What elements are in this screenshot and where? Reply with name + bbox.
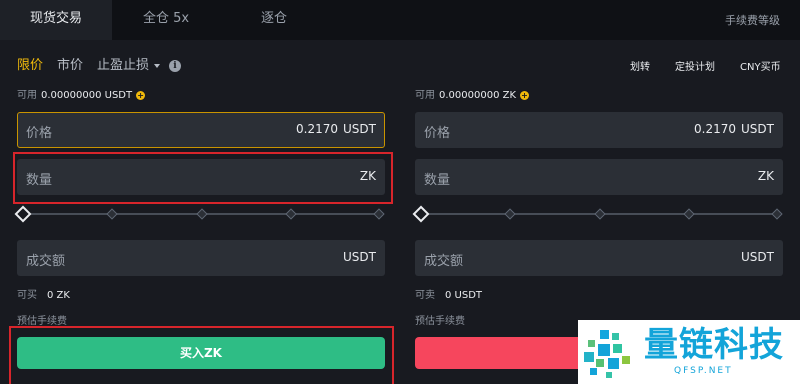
quantity-label: 数量: [26, 173, 53, 188]
max-buy-value: 0 ZK: [47, 290, 70, 301]
sell-panel: 可用 0.00000000 ZK + 价格 0.2170 USDT 数量 ZK 成交…: [412, 86, 785, 369]
available-balance: 可用 0.00000000 USDT +: [17, 86, 387, 106]
slider-stop-100[interactable]: [373, 208, 385, 220]
slider-stop-25[interactable]: [504, 208, 516, 220]
total-label: 成交额: [26, 254, 66, 269]
info-icon[interactable]: i: [169, 60, 181, 72]
max-sell-label: 可卖: [415, 290, 435, 301]
total-unit: USDT: [343, 250, 376, 264]
tab-isolated-margin[interactable]: 逐仓: [220, 0, 328, 40]
available-value: 0.00000000 ZK: [439, 90, 517, 101]
watermark-url: QFSP.NET: [674, 366, 733, 376]
total-label: 成交额: [424, 254, 464, 269]
quantity-input[interactable]: 数量 ZK: [415, 159, 783, 195]
slider-stop-75[interactable]: [285, 208, 297, 220]
estimated-fee-label: 预估手续费: [17, 316, 67, 327]
slider-handle[interactable]: [412, 205, 430, 223]
amount-slider[interactable]: [412, 205, 783, 223]
fee-tier-link[interactable]: 手续费等级: [725, 12, 780, 28]
recurring-plan-link[interactable]: 定投计划: [675, 58, 715, 73]
estimated-fee-label: 预估手续费: [415, 316, 465, 327]
buy-panel: 可用 0.00000000 USDT + 价格 0.2170 USDT 数量 ZK …: [14, 86, 387, 369]
slider-stop-25[interactable]: [106, 208, 118, 220]
slider-stop-75[interactable]: [683, 208, 695, 220]
watermark-logo-icon: [584, 330, 630, 378]
max-buy: 可买 0 ZK: [17, 286, 70, 301]
order-type-stop[interactable]: 止盈止损: [97, 56, 149, 76]
cny-buy-link[interactable]: CNY买币: [740, 58, 781, 73]
slider-stop-50[interactable]: [594, 208, 606, 220]
price-input[interactable]: 价格 0.2170 USDT: [415, 112, 783, 148]
max-sell-value: 0 USDT: [445, 290, 483, 301]
tab-cross-margin[interactable]: 全仓 5x: [112, 0, 220, 40]
buy-button[interactable]: 买入ZK: [17, 337, 385, 369]
price-value: 0.2170: [296, 122, 338, 136]
available-label: 可用: [415, 90, 435, 101]
deposit-plus-icon[interactable]: +: [136, 90, 146, 100]
price-unit: USDT: [741, 122, 774, 136]
total-unit: USDT: [741, 250, 774, 264]
trade-mode-tabs: 现货交易 全仓 5x 逐仓 手续费等级: [0, 0, 800, 40]
price-label: 价格: [26, 126, 53, 141]
watermark-text: 量链科技: [644, 325, 784, 365]
chevron-down-icon[interactable]: [154, 64, 160, 68]
slider-stop-100[interactable]: [771, 208, 783, 220]
order-type-market[interactable]: 市价: [57, 56, 83, 76]
max-buy-label: 可买: [17, 290, 37, 301]
price-value: 0.2170: [694, 122, 736, 136]
deposit-plus-icon[interactable]: +: [520, 90, 530, 100]
total-input[interactable]: 成交额 USDT: [17, 240, 385, 276]
available-label: 可用: [17, 90, 37, 101]
price-input[interactable]: 价格 0.2170 USDT: [17, 112, 385, 148]
slider-handle[interactable]: [14, 205, 32, 223]
max-sell: 可卖 0 USDT: [415, 286, 482, 301]
amount-slider[interactable]: [14, 205, 385, 223]
quantity-unit: ZK: [757, 169, 774, 183]
total-input[interactable]: 成交额 USDT: [415, 240, 783, 276]
quantity-unit: ZK: [359, 169, 376, 183]
order-type-limit[interactable]: 限价: [17, 56, 43, 76]
available-balance: 可用 0.00000000 ZK +: [415, 86, 785, 106]
quantity-label: 数量: [424, 173, 451, 188]
available-value: 0.00000000 USDT: [41, 90, 133, 101]
transfer-link[interactable]: 划转: [630, 58, 650, 73]
price-unit: USDT: [343, 122, 376, 136]
quantity-input[interactable]: 数量 ZK: [17, 159, 385, 195]
tab-spot[interactable]: 现货交易: [0, 0, 112, 40]
slider-stop-50[interactable]: [196, 208, 208, 220]
watermark: 量链科技 QFSP.NET: [578, 320, 800, 384]
price-label: 价格: [424, 126, 451, 141]
